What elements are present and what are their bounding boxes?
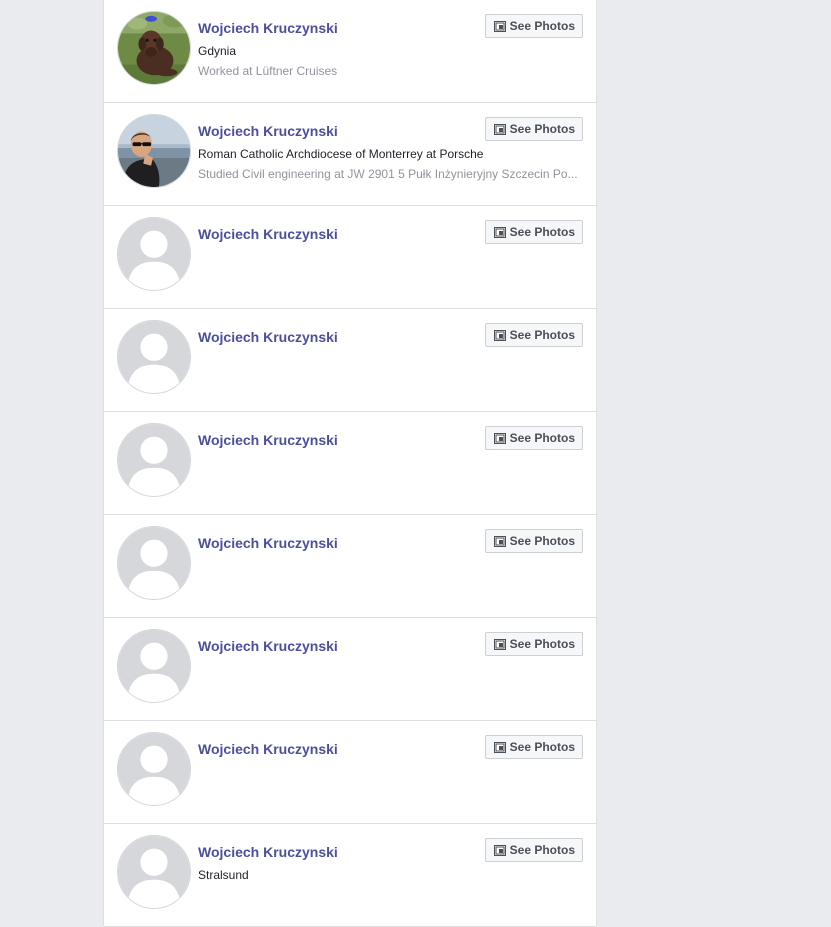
see-photos-label: See Photos [509,225,575,239]
see-photos-button[interactable]: See Photos [484,632,583,656]
photos-icon [493,432,506,444]
photos-icon [493,741,506,753]
see-photos-button[interactable]: See Photos [484,14,583,38]
result-row: Wojciech Kruczynski See Photos [104,206,596,309]
profile-secondary-info-line: Worked at Lüftner Cruises [198,64,338,78]
photos-icon [493,535,506,547]
profile-picture[interactable] [117,11,191,85]
result-row: Wojciech Kruczynski See Photos [104,412,596,515]
result-row: Wojciech Kruczynski Stralsund See Photos [104,824,596,927]
see-photos-label: See Photos [509,740,575,754]
result-row: Wojciech Kruczynski Roman Catholic Archd… [104,103,596,206]
see-photos-label: See Photos [509,843,575,857]
profile-name-link[interactable]: Wojciech Kruczynski [198,20,338,36]
see-photos-button[interactable]: See Photos [484,220,583,244]
see-photos-label: See Photos [509,534,575,548]
profile-picture[interactable] [117,114,191,188]
see-photos-button[interactable]: See Photos [484,529,583,553]
see-photos-button[interactable]: See Photos [484,117,583,141]
photos-icon [493,123,506,135]
photos-icon [493,226,506,238]
profile-name-link[interactable]: Wojciech Kruczynski [198,638,338,654]
default-avatar-icon[interactable] [117,320,191,394]
profile-info-line: Gdynia [198,44,237,58]
result-row: Wojciech Kruczynski See Photos [104,515,596,618]
result-row: Wojciech Kruczynski See Photos [104,721,596,824]
photos-icon [493,20,506,32]
profile-name-link[interactable]: Wojciech Kruczynski [198,535,338,551]
see-photos-label: See Photos [509,19,575,33]
profile-info-line: Roman Catholic Archdiocese of Monterrey … [198,147,484,161]
see-photos-label: See Photos [509,637,575,651]
profile-name-link[interactable]: Wojciech Kruczynski [198,329,338,345]
profile-secondary-info-line: Studied Civil engineering at JW 2901 5 P… [198,167,578,181]
profile-name-link[interactable]: Wojciech Kruczynski [198,123,338,139]
profile-name-link[interactable]: Wojciech Kruczynski [198,741,338,757]
see-photos-button[interactable]: See Photos [484,426,583,450]
photos-icon [493,638,506,650]
profile-name-link[interactable]: Wojciech Kruczynski [198,844,338,860]
result-row: Wojciech Kruczynski Gdynia Worked at Lüf… [104,0,596,103]
default-avatar-icon[interactable] [117,423,191,497]
see-photos-button[interactable]: See Photos [484,323,583,347]
photos-icon [493,844,506,856]
default-avatar-icon[interactable] [117,629,191,703]
see-photos-label: See Photos [509,328,575,342]
search-results-list: Wojciech Kruczynski Gdynia Worked at Lüf… [103,0,597,927]
profile-name-link[interactable]: Wojciech Kruczynski [198,226,338,242]
result-row: Wojciech Kruczynski See Photos [104,618,596,721]
profile-info-line: Stralsund [198,868,249,882]
see-photos-button[interactable]: See Photos [484,735,583,759]
default-avatar-icon[interactable] [117,835,191,909]
default-avatar-icon[interactable] [117,217,191,291]
default-avatar-icon[interactable] [117,732,191,806]
see-photos-button[interactable]: See Photos [484,838,583,862]
photos-icon [493,329,506,341]
see-photos-label: See Photos [509,431,575,445]
result-row: Wojciech Kruczynski See Photos [104,309,596,412]
see-photos-label: See Photos [509,122,575,136]
profile-name-link[interactable]: Wojciech Kruczynski [198,432,338,448]
default-avatar-icon[interactable] [117,526,191,600]
